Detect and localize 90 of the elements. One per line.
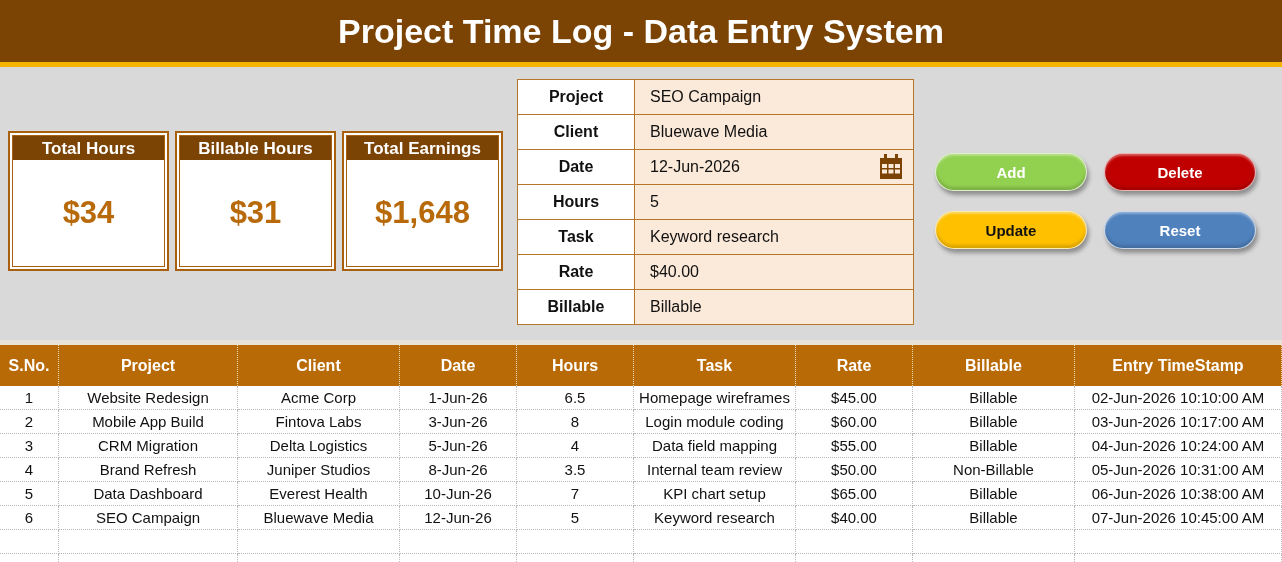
field-label: Rate: [517, 254, 635, 290]
table-cell: Acme Corp: [238, 386, 400, 410]
kpi-value: $31: [229, 195, 282, 231]
field-label: Project: [517, 79, 635, 115]
table-cell: 3-Jun-26: [400, 410, 517, 434]
table-cell: 5-Jun-26: [400, 434, 517, 458]
table-cell: 2: [0, 410, 59, 434]
field-value: 12-Jun-2026: [650, 158, 740, 176]
table-cell: 10-Jun-26: [400, 482, 517, 506]
field-label: Task: [517, 219, 635, 255]
table-cell: Everest Health: [238, 482, 400, 506]
column-header: Hours: [517, 345, 634, 386]
kpi-title: Total Earnings: [347, 136, 498, 160]
empty-cell: [0, 530, 59, 554]
table-cell: Login module coding: [634, 410, 796, 434]
table-cell: Keyword research: [634, 506, 796, 530]
table-cell: $45.00: [796, 386, 913, 410]
input-field[interactable]: SEO Campaign: [634, 79, 914, 115]
table-cell: SEO Campaign: [59, 506, 238, 530]
field-label: Client: [517, 114, 635, 150]
table-cell: 5: [0, 482, 59, 506]
table-cell: 3.5: [517, 458, 634, 482]
calendar-icon[interactable]: [879, 154, 903, 180]
table-cell: Mobile App Build: [59, 410, 238, 434]
table-cell: 4: [0, 458, 59, 482]
column-header: Rate: [796, 345, 913, 386]
column-header: Date: [400, 345, 517, 386]
table-cell: 7: [517, 482, 634, 506]
input-field[interactable]: $40.00: [634, 254, 914, 290]
table-cell: $65.00: [796, 482, 913, 506]
table-cell: Website Redesign: [59, 386, 238, 410]
field-label: Date: [517, 149, 635, 185]
field-label: Hours: [517, 184, 635, 220]
table-cell: Billable: [913, 410, 1075, 434]
table-cell: Non-Billable: [913, 458, 1075, 482]
table-cell: $60.00: [796, 410, 913, 434]
column-header: Client: [238, 345, 400, 386]
table-cell: Brand Refresh: [59, 458, 238, 482]
kpi-value: $34: [62, 195, 115, 231]
table-cell: Data Dashboard: [59, 482, 238, 506]
date-field[interactable]: 12-Jun-2026: [634, 149, 914, 185]
table-cell: $55.00: [796, 434, 913, 458]
field-label: Billable: [517, 289, 635, 325]
table-cell: Delta Logistics: [238, 434, 400, 458]
action-button[interactable]: Delete: [1104, 153, 1256, 191]
column-header: Billable: [913, 345, 1075, 386]
table-cell: Billable: [913, 386, 1075, 410]
input-field[interactable]: Keyword research: [634, 219, 914, 255]
column-header: Task: [634, 345, 796, 386]
table-cell: 12-Jun-26: [400, 506, 517, 530]
table-cell: 8-Jun-26: [400, 458, 517, 482]
table-cell: $40.00: [796, 506, 913, 530]
column-header: S.No.: [0, 345, 59, 386]
table-cell: 4: [517, 434, 634, 458]
column-header: Project: [59, 345, 238, 386]
table-cell: Internal team review: [634, 458, 796, 482]
table-cell: KPI chart setup: [634, 482, 796, 506]
kpi-value: $1,648: [375, 195, 470, 231]
input-field[interactable]: 5: [634, 184, 914, 220]
kpi-title: Billable Hours: [180, 136, 331, 160]
column-header: Entry TimeStamp: [1075, 345, 1282, 386]
action-button[interactable]: Reset: [1104, 211, 1256, 249]
page-title: Project Time Log - Data Entry System: [338, 11, 944, 51]
table-cell: 03-Jun-2026 10:17:00 AM: [1075, 410, 1282, 434]
table-cell: 5: [517, 506, 634, 530]
table-cell: $50.00: [796, 458, 913, 482]
table-cell: 1-Jun-26: [400, 386, 517, 410]
table-cell: Fintova Labs: [238, 410, 400, 434]
table-cell: 06-Jun-2026 10:38:00 AM: [1075, 482, 1282, 506]
table-cell: Billable: [913, 506, 1075, 530]
table-cell: 3: [0, 434, 59, 458]
kpi-title: Total Hours: [13, 136, 164, 160]
table-cell: 6.5: [517, 386, 634, 410]
input-field[interactable]: Billable: [634, 289, 914, 325]
table-cell: 05-Jun-2026 10:31:00 AM: [1075, 458, 1282, 482]
table-cell: Data field mapping: [634, 434, 796, 458]
table-cell: Juniper Studios: [238, 458, 400, 482]
action-button[interactable]: Update: [935, 211, 1087, 249]
table-cell: 1: [0, 386, 59, 410]
table-cell: Bluewave Media: [238, 506, 400, 530]
table-cell: CRM Migration: [59, 434, 238, 458]
input-field[interactable]: Bluewave Media: [634, 114, 914, 150]
table-cell: 6: [0, 506, 59, 530]
table-cell: Billable: [913, 434, 1075, 458]
table-cell: 02-Jun-2026 10:10:00 AM: [1075, 386, 1282, 410]
table-cell: Billable: [913, 482, 1075, 506]
table-cell: 8: [517, 410, 634, 434]
table-cell: Homepage wireframes: [634, 386, 796, 410]
table-cell: 07-Jun-2026 10:45:00 AM: [1075, 506, 1282, 530]
table-cell: 04-Jun-2026 10:24:00 AM: [1075, 434, 1282, 458]
